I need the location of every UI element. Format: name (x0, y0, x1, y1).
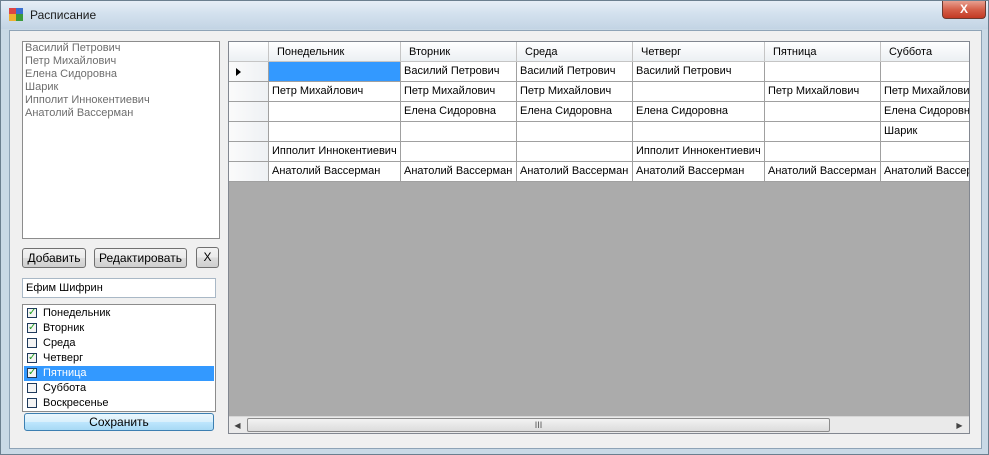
table-cell[interactable]: Петр Михайлович (517, 82, 633, 102)
checkbox-checked-icon[interactable]: ✓ (27, 368, 37, 378)
table-cell[interactable]: Петр Михайлович (401, 82, 517, 102)
list-item[interactable]: Анатолий Вассерман (23, 107, 219, 120)
row-header[interactable] (229, 122, 269, 142)
checkbox-checked-icon[interactable]: ✓ (27, 323, 37, 333)
day-label: Понедельник (43, 307, 111, 319)
name-input[interactable]: Ефим Шифрин (22, 278, 216, 298)
names-listbox[interactable]: Василий Петрович Петр Михайлович Елена Сид… (22, 41, 220, 239)
checkbox-unchecked-icon[interactable] (27, 398, 37, 408)
app-icon (9, 8, 23, 21)
days-checklist[interactable]: ✓ Понедельник ✓ Вторник Среда ✓ Четверг ✓ Пятниц… (22, 304, 216, 412)
row-header[interactable] (229, 142, 269, 162)
current-row-arrow-icon (236, 68, 241, 76)
table-cell[interactable]: Василий Петрович (401, 62, 517, 82)
day-label: Вторник (43, 322, 85, 334)
main-window: Расписание X Василий Петрович Петр Михайл… (0, 0, 989, 455)
day-checklist-item[interactable]: Воскресенье (24, 396, 214, 411)
table-cell[interactable]: Елена Сидоровна (517, 102, 633, 122)
row-header[interactable] (229, 82, 269, 102)
scroll-left-icon[interactable]: ◀ (229, 417, 246, 433)
day-checklist-item[interactable]: ✓ Четверг (24, 351, 214, 366)
table-cell[interactable]: Елена Сидоровна (633, 102, 765, 122)
list-item[interactable]: Елена Сидоровна (23, 68, 219, 81)
table-cell[interactable]: Анатолий Вассерман (517, 162, 633, 182)
table-cell[interactable]: Петр Михайлович (765, 82, 881, 102)
table-cell[interactable] (401, 122, 517, 142)
table-cell[interactable]: Ипполит Иннокентиевич (269, 142, 401, 162)
row-header[interactable] (229, 62, 269, 82)
list-item[interactable]: Шарик (23, 81, 219, 94)
schedule-grid[interactable]: Понедельник Вторник Среда Четверг Пятница Суб… (228, 41, 970, 434)
table-cell[interactable]: Ипполит Иннокентиевич (633, 142, 765, 162)
horizontal-scrollbar[interactable]: ◀ III ▶ (229, 416, 969, 433)
list-item[interactable]: Василий Петрович (23, 42, 219, 55)
table-cell[interactable] (765, 122, 881, 142)
table-cell[interactable]: Анатолий Вассерман (765, 162, 881, 182)
table-cell[interactable] (269, 62, 401, 82)
edit-button[interactable]: Редактировать (94, 248, 187, 268)
row-header[interactable] (229, 102, 269, 122)
table-cell[interactable] (765, 62, 881, 82)
grid-corner-header[interactable] (229, 42, 269, 62)
table-cell[interactable]: Анатолий Вассерман (401, 162, 517, 182)
day-checklist-item[interactable]: ✓ Вторник (24, 321, 214, 336)
checkbox-checked-icon[interactable]: ✓ (27, 353, 37, 363)
column-header[interactable]: Пятница (765, 42, 881, 62)
table-cell[interactable]: Петр Михайлович (269, 82, 401, 102)
table-cell[interactable]: Шарик (881, 122, 969, 142)
day-label: Четверг (43, 352, 84, 364)
table-cell[interactable] (269, 102, 401, 122)
column-header[interactable]: Суббота (881, 42, 969, 62)
window-title: Расписание (30, 8, 97, 22)
scroll-thumb[interactable]: III (247, 418, 830, 432)
row-header[interactable] (229, 162, 269, 182)
column-header[interactable]: Понедельник (269, 42, 401, 62)
day-checklist-item[interactable]: ✓ Пятница (24, 366, 214, 381)
day-label: Воскресенье (43, 397, 109, 409)
table-cell[interactable] (269, 122, 401, 142)
table-cell[interactable]: Елена Сидоровна (401, 102, 517, 122)
checkbox-unchecked-icon[interactable] (27, 383, 37, 393)
table-cell[interactable] (881, 142, 969, 162)
list-item[interactable]: Петр Михайлович (23, 55, 219, 68)
delete-button[interactable]: X (196, 247, 219, 268)
day-checklist-item[interactable]: Среда (24, 336, 214, 351)
save-button[interactable]: Сохранить (24, 413, 214, 431)
table-cell[interactable]: Василий Петрович (517, 62, 633, 82)
day-label: Среда (43, 337, 76, 349)
table-cell[interactable]: Петр Михайлович (881, 82, 969, 102)
table-cell[interactable]: Василий Петрович (633, 62, 765, 82)
checkbox-checked-icon[interactable]: ✓ (27, 308, 37, 318)
title-bar[interactable]: Расписание X (1, 1, 988, 29)
column-header[interactable]: Вторник (401, 42, 517, 62)
day-checklist-item[interactable]: ✓ Понедельник (24, 306, 214, 321)
day-label: Пятница (43, 367, 87, 379)
table-cell[interactable] (765, 142, 881, 162)
table-cell[interactable] (881, 62, 969, 82)
table-cell[interactable] (517, 122, 633, 142)
column-header[interactable]: Среда (517, 42, 633, 62)
table-cell[interactable] (765, 102, 881, 122)
table-cell[interactable]: Елена Сидоровна (881, 102, 969, 122)
table-cell[interactable]: Анатолий Вассерман (633, 162, 765, 182)
checkbox-unchecked-icon[interactable] (27, 338, 37, 348)
list-item[interactable]: Ипполит Иннокентиевич (23, 94, 219, 107)
add-button[interactable]: Добавить (22, 248, 86, 268)
table-cell[interactable] (633, 82, 765, 102)
day-label: Суббота (43, 382, 87, 394)
scroll-right-icon[interactable]: ▶ (951, 417, 968, 433)
day-checklist-item[interactable]: Суббота (24, 381, 214, 396)
column-header[interactable]: Четверг (633, 42, 765, 62)
table-cell[interactable] (517, 142, 633, 162)
table-cell[interactable] (633, 122, 765, 142)
table-cell[interactable] (401, 142, 517, 162)
window-close-button[interactable]: X (942, 1, 986, 19)
table-cell[interactable]: Анатолий Вассерман (881, 162, 969, 182)
table-cell[interactable]: Анатолий Вассерман (269, 162, 401, 182)
